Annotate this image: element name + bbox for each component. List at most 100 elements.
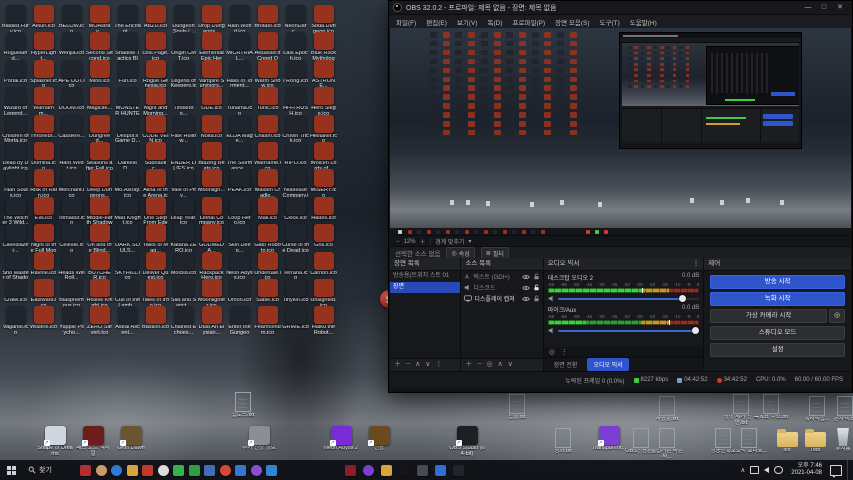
- desktop-icon[interactable]: Wildfire.ico: [30, 306, 57, 331]
- taskbar-app-icon[interactable]: [235, 465, 246, 476]
- desktop-icon[interactable]: Dust An Elysian...: [198, 306, 225, 336]
- taskbar-app-icon[interactable]: [111, 465, 122, 476]
- desktop-icon[interactable]: Splasher.ico: [30, 60, 57, 90]
- desktop-icon[interactable]: Gato Roboto.ico: [254, 224, 281, 254]
- desktop-icon[interactable]: Second Second.ico: [86, 32, 113, 62]
- slider-handle[interactable]: [692, 327, 699, 334]
- visibility-eye-icon[interactable]: [522, 274, 530, 280]
- desktop-icon[interactable]: The Enchant...: [114, 5, 141, 35]
- desktop-icon[interactable]: I Rong.ico: [282, 60, 309, 85]
- virtual-camera-settings-icon[interactable]: ◎: [829, 309, 845, 323]
- lock-open-icon[interactable]: [533, 273, 540, 280]
- desktop-icon[interactable]: Vagante.ico: [2, 306, 29, 336]
- desktop-icon[interactable]: Origin CMT.ico: [170, 32, 197, 62]
- desktop-icon[interactable]: Night of the Full Moon...: [30, 224, 57, 254]
- taskbar-app-icon[interactable]: [80, 465, 91, 476]
- desktop-icon[interactable]: Maiden Cradle...: [254, 169, 281, 199]
- desktop-icon[interactable]: Undertale.ico: [254, 252, 281, 282]
- desktop-icon[interactable]: Tales of Iron.ico: [142, 279, 169, 309]
- desktop-icon-app[interactable]: Grim Dawn: [112, 426, 150, 452]
- taskbar-app-icon[interactable]: [127, 465, 138, 476]
- close-button[interactable]: ✕: [832, 2, 848, 13]
- desktop-icon[interactable]: Tunic.ico: [254, 87, 281, 112]
- desktop-icon[interactable]: Titan Souls.ico: [2, 169, 29, 199]
- mixer-more-icon[interactable]: ⋮: [561, 348, 568, 356]
- desktop-icon[interactable]: ENDER LILIES.ico: [170, 142, 197, 172]
- desktop-icon-txt[interactable]: 오오덕 요다묘...: [730, 428, 768, 455]
- desktop-icon[interactable]: Hollow Knight.ico: [86, 279, 113, 309]
- desktop-icon[interactable]: Skin Deep...: [226, 224, 253, 254]
- desktop-icon-txt[interactable]: 물접거른 바른 사...: [648, 428, 686, 460]
- menu-item[interactable]: 보기(V): [453, 16, 482, 28]
- dock-tab-audio-mixer[interactable]: 오디오 믹서: [587, 358, 628, 371]
- desktop-icon[interactable]: Tomador.ico: [58, 197, 85, 227]
- desktop-icon[interactable]: Leap Year.ico: [170, 197, 197, 227]
- desktop-icon[interactable]: Evil.ico: [30, 197, 57, 222]
- desktop-icon-recycle[interactable]: 휴지통: [824, 428, 853, 453]
- taskbar-app-icon[interactable]: [453, 465, 464, 476]
- scene-item[interactable]: 장면: [390, 282, 460, 293]
- desktop-icon[interactable]: Sable.ico: [254, 279, 281, 304]
- desktop-icon[interactable]: Thronebr...: [30, 115, 57, 140]
- desktop-icon-txt[interactable]: 영화.txt: [544, 428, 582, 455]
- taskbar-app-icon[interactable]: [173, 465, 184, 476]
- desktop-icon[interactable]: Haiku the Robot...: [310, 306, 337, 336]
- taskbar-app-icon[interactable]: [417, 465, 428, 476]
- desktop-icon-txt[interactable]: 업로드.txt: [224, 392, 262, 419]
- desktop-icon[interactable]: Deep Dungeons...: [86, 169, 113, 199]
- desktop-icon[interactable]: Helltaker.ico: [310, 115, 337, 145]
- add-icon[interactable]: ＋: [465, 359, 472, 371]
- desktop-icon[interactable]: Aelun.ico: [30, 5, 57, 30]
- desktop-icon[interactable]: RIPO.ico: [282, 142, 309, 167]
- taskbar-app-icon[interactable]: [158, 465, 169, 476]
- desktop-icon-app[interactable]: Shape of Dreams: [36, 426, 74, 457]
- maximize-button[interactable]: □: [816, 2, 832, 13]
- display-tray-icon[interactable]: [750, 466, 759, 474]
- menu-item[interactable]: 편집(E): [422, 16, 451, 28]
- desktop-icon[interactable]: NeonDarc...: [282, 5, 309, 35]
- desktop-icon[interactable]: Caveblazer...: [2, 224, 29, 254]
- obs-titlebar[interactable]: OBS 32.0.2 - 프로파일: 제목 없음 - 장면: 제목 없음 —□✕: [389, 1, 852, 15]
- action-center-icon[interactable]: [830, 465, 842, 476]
- taskbar-app-icon[interactable]: [435, 465, 446, 476]
- desktop-icon[interactable]: Wenjia.ico: [58, 32, 85, 57]
- desktop-icon[interactable]: CODE VEIN.ico: [142, 115, 169, 145]
- desktop-icon[interactable]: DARK SOULS...: [114, 224, 141, 254]
- sources-dock-header[interactable]: 소스 목록: [461, 258, 542, 271]
- desktop-icon[interactable]: Cult of the Lamb...: [114, 279, 141, 309]
- desktop-icon[interactable]: Chained Echoes...: [170, 306, 197, 336]
- desktop-icon[interactable]: ASTRONE...: [310, 60, 337, 90]
- desktop-icon[interactable]: Blasphemous.ico: [58, 279, 85, 309]
- taskbar-app-icon[interactable]: [96, 465, 107, 476]
- desktop-icon[interactable]: Tales of Mag...: [142, 224, 169, 254]
- desktop-icon[interactable]: Omori.ico: [226, 279, 253, 304]
- desktop-icon[interactable]: Gris.ico: [310, 224, 337, 249]
- desktop-icon[interactable]: Eastward.ico: [30, 279, 57, 309]
- desktop-icon[interactable]: Cassiere...: [58, 115, 85, 140]
- taskbar-app-icon[interactable]: [220, 465, 231, 476]
- desktop-icon[interactable]: Darkest D...: [114, 142, 141, 172]
- desktop-icon[interactable]: Blazing Beats.ico: [198, 142, 225, 172]
- show-desktop-button[interactable]: [847, 460, 851, 480]
- menu-item[interactable]: 프로파일(P): [509, 16, 550, 28]
- desktop-icon[interactable]: Tinykin.ico: [282, 279, 309, 304]
- desktop-icon[interactable]: Elemental Epic Hero...: [198, 32, 225, 62]
- desktop-icon[interactable]: Lethal Company.ico: [198, 197, 225, 227]
- controls-dock-header[interactable]: 제어: [704, 258, 851, 271]
- desktop-icon[interactable]: Yuppie Psycho...: [58, 306, 85, 336]
- desktop-icon[interactable]: Dead by Daylight.ico: [2, 142, 29, 172]
- desktop-icon[interactable]: Wolcen Lords of...: [310, 142, 337, 172]
- desktop-icon[interactable]: ELDA Mage...: [226, 115, 253, 145]
- desktop-icon[interactable]: Curse of the Dead.ico: [282, 224, 309, 254]
- desktop-icon[interactable]: Vampire Survivors...: [198, 60, 225, 90]
- desktop-icon[interactable]: GRIME.ico: [282, 306, 309, 331]
- desktop-icon[interactable]: Middle-earth Shadow of...: [86, 197, 113, 227]
- volume-slider[interactable]: [558, 298, 700, 300]
- desktop-icon-app[interactable]: 전용: [360, 426, 398, 452]
- desktop-icon[interactable]: Rain World.ico: [226, 5, 253, 35]
- start-button[interactable]: [0, 460, 22, 480]
- volume-tray-icon[interactable]: [764, 467, 769, 473]
- lock-open-icon[interactable]: [533, 295, 540, 302]
- desktop-icon[interactable]: Risk of Rain.ico: [30, 169, 57, 199]
- desktop-icon[interactable]: Vale of Pity...: [170, 169, 197, 199]
